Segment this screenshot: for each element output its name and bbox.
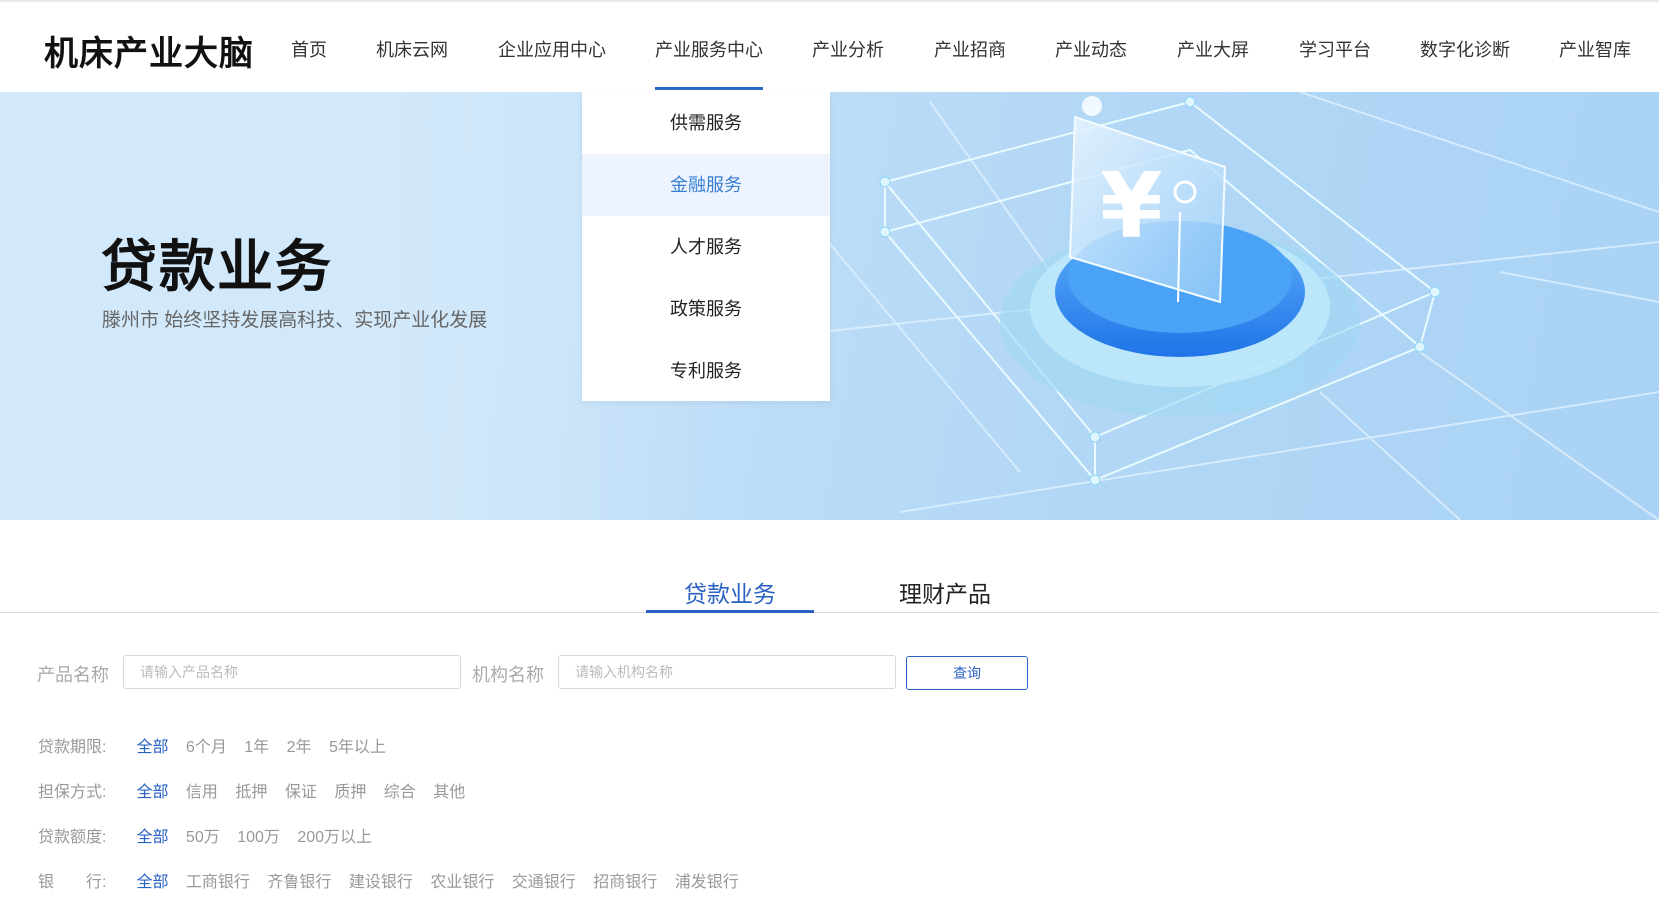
nav-learning-platform[interactable]: 学习平台 <box>1299 36 1371 62</box>
filter-option[interactable]: 2年 <box>287 733 312 757</box>
nav-think-tank[interactable]: 产业智库 <box>1559 36 1631 62</box>
banner-title: 贷款业务 <box>101 235 333 298</box>
filter-option[interactable]: 质押 <box>334 778 366 802</box>
filter-option[interactable]: 抵押 <box>235 778 267 802</box>
filter-option[interactable]: 工商银行 <box>186 868 250 892</box>
filter-option[interactable]: 全部 <box>136 733 168 757</box>
tab-active-indicator <box>646 610 814 613</box>
filter-label: 贷款额度: <box>38 829 107 846</box>
filter-loan-amount: 贷款额度: 全部 50万 100万 200万以上 <box>38 823 385 847</box>
filter-guarantee-type: 担保方式: 全部 信用 抵押 保证 质押 综合 其他 <box>38 778 478 802</box>
filter-option[interactable]: 招商银行 <box>593 868 657 892</box>
dropdown-item-finance[interactable]: 金融服务 <box>582 154 830 216</box>
banner-subtitle: 滕州市 始终坚持发展高科技、实现产业化发展 <box>102 310 488 331</box>
filter-loan-term: 贷款期限: 全部 6个月 1年 2年 5年以上 <box>38 733 399 757</box>
filter-option[interactable]: 农业银行 <box>430 868 494 892</box>
filter-option[interactable]: 100万 <box>237 823 280 847</box>
nav-investment-promotion[interactable]: 产业招商 <box>934 36 1006 62</box>
nav-home[interactable]: 首页 <box>291 36 327 62</box>
filter-bank: 银 行: 全部 工商银行 齐鲁银行 建设银行 农业银行 交通银行 招商银行 浦发… <box>38 868 752 892</box>
nav-industry-analysis[interactable]: 产业分析 <box>812 36 884 62</box>
filter-option[interactable]: 全部 <box>136 868 168 892</box>
filter-option[interactable]: 其他 <box>433 778 465 802</box>
nav-industry-screen[interactable]: 产业大屏 <box>1177 36 1249 62</box>
site-header: 机床产业大脑 首页 机床云网 企业应用中心 产业服务中心 产业分析 产业招商 产… <box>0 2 1659 92</box>
nav-machine-cloud[interactable]: 机床云网 <box>376 36 448 62</box>
query-button[interactable]: 查询 <box>906 656 1028 690</box>
filter-option[interactable]: 全部 <box>136 778 168 802</box>
service-center-dropdown: 供需服务 金融服务 人才服务 政策服务 专利服务 <box>582 92 830 401</box>
product-name-input[interactable] <box>123 655 461 689</box>
nav-industry-service-center[interactable]: 产业服务中心 <box>655 36 763 90</box>
filter-option[interactable]: 建设银行 <box>349 868 413 892</box>
tabs-divider <box>0 612 1659 613</box>
yuan-symbol: ¥ <box>1100 154 1163 259</box>
org-name-input[interactable] <box>558 655 896 689</box>
tab-wealth-products[interactable]: 理财产品 <box>899 575 991 609</box>
filter-option[interactable]: 交通银行 <box>512 868 576 892</box>
org-name-label: 机构名称 <box>472 665 544 685</box>
site-logo[interactable]: 机床产业大脑 <box>44 26 254 75</box>
filter-option[interactable]: 保证 <box>285 778 317 802</box>
filter-option[interactable]: 全部 <box>136 823 168 847</box>
filter-label: 担保方式: <box>38 784 107 801</box>
filter-option[interactable]: 综合 <box>384 778 416 802</box>
filter-option[interactable]: 齐鲁银行 <box>267 868 331 892</box>
filter-option[interactable]: 1年 <box>244 733 269 757</box>
filter-label: 贷款期限: <box>38 739 107 756</box>
filter-option[interactable]: 信用 <box>186 778 218 802</box>
filter-option[interactable]: 6个月 <box>186 733 227 757</box>
filter-label: 银 行: <box>38 874 107 891</box>
dropdown-item-policy[interactable]: 政策服务 <box>582 278 830 340</box>
nav-industry-news[interactable]: 产业动态 <box>1055 36 1127 62</box>
nav-digital-diagnosis[interactable]: 数字化诊断 <box>1420 36 1510 62</box>
dropdown-item-patent[interactable]: 专利服务 <box>582 340 830 402</box>
filter-option[interactable]: 50万 <box>186 823 220 847</box>
dropdown-item-supply-demand[interactable]: 供需服务 <box>582 92 830 154</box>
dropdown-item-talent[interactable]: 人才服务 <box>582 216 830 278</box>
filter-option[interactable]: 浦发银行 <box>675 868 739 892</box>
nav-enterprise-app-center[interactable]: 企业应用中心 <box>498 36 606 62</box>
product-name-label: 产品名称 <box>37 665 109 685</box>
filter-option[interactable]: 200万以上 <box>297 823 372 847</box>
filter-option[interactable]: 5年以上 <box>329 733 386 757</box>
tab-loan-business[interactable]: 贷款业务 <box>684 575 776 609</box>
